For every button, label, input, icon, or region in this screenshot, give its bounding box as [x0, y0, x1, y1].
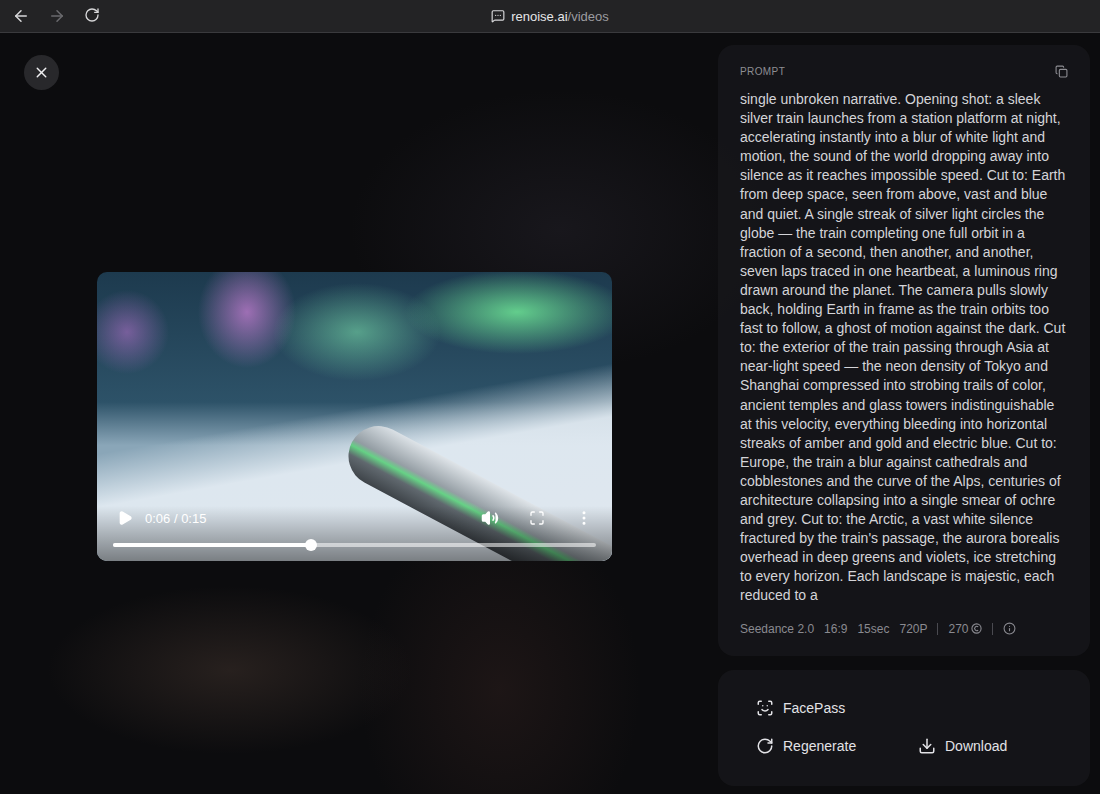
time-display: 0:06 / 0:15	[145, 511, 470, 526]
regenerate-icon	[756, 737, 774, 755]
meta-item: 15sec	[857, 622, 889, 636]
url-host: renoise.ai	[511, 9, 567, 24]
copy-button[interactable]	[1055, 65, 1068, 78]
info-icon[interactable]	[1003, 622, 1016, 635]
more-icon	[575, 509, 593, 527]
reload-button[interactable]	[84, 7, 102, 25]
more-button[interactable]	[572, 506, 596, 530]
copy-icon	[1055, 65, 1068, 78]
arrow-left-icon	[12, 7, 30, 25]
volume-icon	[481, 509, 499, 527]
face-scan-icon	[756, 699, 774, 717]
close-button[interactable]	[24, 55, 59, 90]
arrow-right-icon	[48, 7, 66, 25]
prompt-text: single unbroken narrative. Opening shot:…	[740, 90, 1068, 606]
refresh-button[interactable]: Regenerate	[756, 736, 918, 756]
reload-icon	[84, 7, 100, 23]
address-bar[interactable]: renoise.ai/videos	[0, 0, 1100, 32]
play-button[interactable]	[113, 506, 137, 530]
prompt-label: PROMPT	[740, 66, 785, 77]
actions-panel: FacePass RegenerateDownload	[718, 670, 1090, 786]
back-button[interactable]	[12, 7, 30, 25]
play-icon	[117, 510, 133, 526]
url-path: /videos	[568, 9, 609, 24]
main: 0:06 / 0:15 PROMPT single unbroken narrati…	[0, 33, 1100, 794]
meta-item: Seedance 2.0	[740, 622, 814, 636]
player-icons	[478, 506, 596, 530]
prompt-panel: PROMPT single unbroken narrative. Opening…	[718, 45, 1090, 656]
control-row: 0:06 / 0:15	[113, 506, 596, 530]
fullscreen-icon	[529, 510, 545, 526]
viewer: 0:06 / 0:15	[0, 33, 718, 794]
download-button[interactable]: Download	[918, 736, 1068, 756]
credit-icon	[971, 623, 982, 634]
volume-button[interactable]	[478, 506, 502, 530]
progress-fill	[113, 543, 311, 547]
progress-knob[interactable]	[305, 539, 317, 551]
scan-button[interactable]: FacePass	[756, 698, 1068, 718]
meta-item: 16:9	[824, 622, 847, 636]
player-controls: 0:06 / 0:15	[97, 506, 612, 561]
side-panel: PROMPT single unbroken narrative. Opening…	[718, 33, 1100, 794]
close-icon	[33, 64, 50, 81]
meta-divider	[992, 623, 993, 635]
page: renoise.ai/videos 0:06 / 0:15 PROMPT single…	[0, 0, 1100, 794]
credits: 270	[948, 622, 981, 636]
download-icon	[918, 737, 936, 755]
site-icon	[491, 9, 505, 23]
nav-buttons	[0, 7, 102, 25]
meta-divider	[937, 623, 938, 635]
prompt-header: PROMPT	[740, 65, 1068, 78]
progress-bar[interactable]	[113, 543, 596, 547]
meta-item: 720P	[899, 622, 927, 636]
fullscreen-button[interactable]	[525, 506, 549, 530]
generation-meta: Seedance 2.0 16:9 15sec 720P 270	[740, 622, 1068, 636]
video-player[interactable]: 0:06 / 0:15	[97, 272, 612, 561]
forward-button[interactable]	[48, 7, 66, 25]
browser-toolbar: renoise.ai/videos	[0, 0, 1100, 33]
